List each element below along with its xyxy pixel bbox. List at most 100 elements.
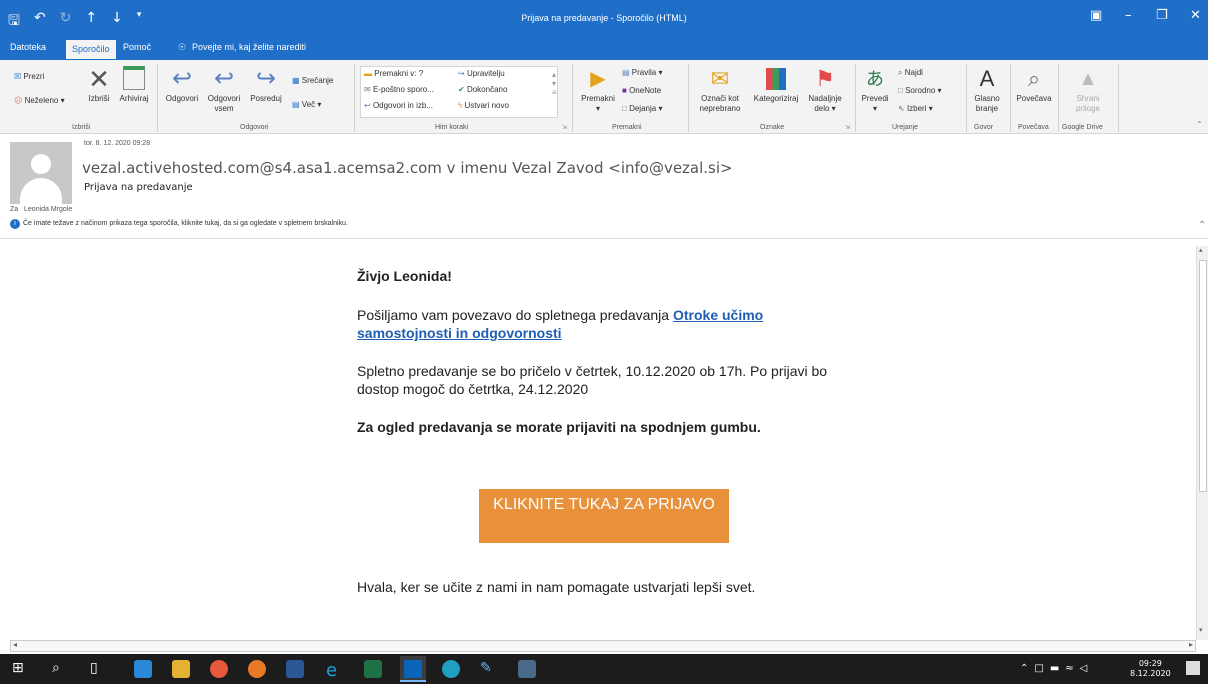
- reply-button[interactable]: ↩ Odgovori: [162, 64, 202, 104]
- onenote-button[interactable]: ■ OneNote: [622, 86, 661, 95]
- group-separator: [966, 64, 967, 132]
- tell-me-search[interactable]: Povejte mi, kaj želite narediti: [192, 42, 306, 52]
- dialog-launcher-icon[interactable]: ⇲: [845, 124, 850, 131]
- scroll-down-icon[interactable]: ▾: [1199, 626, 1203, 634]
- message-sender[interactable]: vezal.activehosted.com@s4.asa1.acemsa2.c…: [82, 159, 733, 177]
- excel-icon[interactable]: [364, 660, 382, 678]
- rules-label: Pravila: [631, 68, 657, 77]
- follow-up-label-2: delo: [814, 104, 830, 113]
- system-tray[interactable]: ⌃□▬≈◁: [1020, 663, 1093, 674]
- translate-button[interactable]: あ Prevedi ▾: [858, 64, 892, 114]
- clock[interactable]: 09:29 8.12.2020: [1130, 659, 1171, 679]
- read-aloud-button[interactable]: A Glasno branje: [968, 64, 1006, 114]
- dialog-launcher-icon[interactable]: ⇲: [562, 124, 567, 131]
- greeting: Živjo Leonida!: [357, 268, 452, 284]
- zoom-button[interactable]: ⌕ Povečava: [1012, 64, 1056, 104]
- message-body: Živjo Leonida! Pošiljamo vam povezavo do…: [0, 240, 1196, 640]
- categorize-label: Kategoriziraj: [753, 94, 799, 103]
- info-bar[interactable]: i Če imate težave z načinom prikaza tega …: [10, 219, 348, 229]
- task-view-icon[interactable]: ▯: [90, 660, 108, 678]
- scroll-thumb[interactable]: [1199, 260, 1207, 492]
- collapse-header-icon[interactable]: ⌃: [1198, 220, 1206, 231]
- minimize-icon[interactable]: –: [1125, 8, 1132, 23]
- archive-button[interactable]: Arhiviraj: [116, 64, 152, 104]
- more-label: Več: [301, 100, 316, 109]
- junk-button[interactable]: ☹ Neželeno ▾: [14, 96, 65, 105]
- word-icon[interactable]: [286, 660, 304, 678]
- find-button[interactable]: ⌕ Najdi: [898, 68, 923, 78]
- actions-button[interactable]: □ Dejanja ▾: [622, 104, 662, 113]
- lightbulb-icon: ☉: [178, 42, 187, 52]
- meeting-icon: ▦: [292, 76, 300, 85]
- restore-icon[interactable]: ❐: [1156, 8, 1168, 23]
- paragraph-instruction: Za ogled predavanja se morate prijaviti …: [357, 419, 761, 435]
- forward-label: Posreduj: [250, 94, 282, 103]
- ribbon-tabs: Datoteka Sporočilo Pomoč ☉ Povejte mi, k…: [0, 38, 1208, 60]
- scroll-up-icon[interactable]: ▴: [1199, 246, 1203, 254]
- archive-label: Arhiviraj: [119, 94, 149, 103]
- save-attachments-button[interactable]: ▲ Shrani priloge: [1064, 64, 1112, 114]
- file-explorer-icon[interactable]: [172, 660, 190, 678]
- quickstep-email-label: E-poštno sporo...: [372, 85, 434, 94]
- forward-icon: ↪: [255, 65, 277, 92]
- close-icon[interactable]: ✕: [1190, 8, 1201, 23]
- outlook-icon[interactable]: [400, 656, 426, 682]
- ignore-label: Prezri: [23, 72, 45, 81]
- delete-button[interactable]: ✕ Izbriši: [82, 64, 116, 104]
- message-header: tor. 8. 12. 2020 09:28 vezal.activehoste…: [0, 134, 1208, 234]
- follow-up-button[interactable]: ⚑ Nadaljnje delo ▾: [804, 64, 846, 114]
- pen-icon[interactable]: ✎: [480, 660, 498, 678]
- select-button[interactable]: ⇖ Izberi ▾: [898, 104, 933, 113]
- google-drive-icon: ▲: [1078, 68, 1098, 90]
- signup-button[interactable]: KLIKNITE TUKAJ ZA PRIJAVO: [479, 489, 729, 543]
- save-attachments-label-1: Shrani: [1076, 94, 1100, 103]
- group-label-hitri-koraki: Hitri koraki: [435, 124, 469, 131]
- tab-datoteka[interactable]: Datoteka: [10, 42, 46, 52]
- related-button[interactable]: □ Sorodno ▾: [898, 86, 942, 95]
- horizontal-scrollbar[interactable]: ◂ ▸: [10, 640, 1196, 652]
- mark-unread-button[interactable]: ✉ Označi kot neprebrano: [694, 64, 746, 114]
- ribbon-display-icon[interactable]: ▣: [1090, 8, 1102, 23]
- quickstep-done[interactable]: ✔ Dokončano: [458, 85, 507, 94]
- quickstep-move-to[interactable]: ▬ Premakni v: ?: [364, 69, 423, 78]
- collapse-ribbon-icon[interactable]: ⌃: [1196, 120, 1203, 129]
- ignore-button[interactable]: ☒ Prezri: [14, 72, 44, 81]
- quickstep-email[interactable]: ✉ E-poštno sporo...: [364, 85, 434, 94]
- categorize-button[interactable]: Kategoriziraj: [750, 64, 802, 104]
- read-aloud-icon: A: [979, 66, 995, 91]
- rules-button[interactable]: ▤ Pravila ▾: [622, 68, 663, 77]
- meeting-label: Srečanje: [301, 76, 334, 85]
- firefox-icon[interactable]: [248, 660, 266, 678]
- quickstep-manager[interactable]: ↪ Upravitelju: [458, 69, 505, 78]
- cursor-icon: ⇖: [898, 104, 905, 113]
- edge-icon[interactable]: [442, 660, 460, 678]
- forward-button[interactable]: ↪ Posreduj: [246, 64, 286, 104]
- scroll-left-icon[interactable]: ◂: [13, 640, 17, 649]
- more-button[interactable]: ▤ Več ▾: [292, 100, 321, 109]
- taskbar: ⊞ ⌕ ▯ e ✎ ⌃□▬≈◁ 09:29 8.12.2020: [0, 654, 1208, 684]
- move-button[interactable]: ▶ Premakni ▾: [578, 64, 618, 114]
- internet-explorer-icon[interactable]: e: [326, 660, 344, 681]
- to-name[interactable]: Leonida Mrgole: [24, 206, 72, 213]
- scroll-right-icon[interactable]: ▸: [1189, 640, 1193, 649]
- reply-all-button[interactable]: ↩ Odgovori vsem: [204, 64, 244, 114]
- teamviewer-icon[interactable]: [134, 660, 152, 678]
- find-icon: ⌕: [898, 68, 903, 77]
- closing-text: Hvala, ker se učite z nami in nam pomaga…: [357, 579, 756, 595]
- search-icon[interactable]: ⌕: [52, 660, 70, 678]
- message-date: tor. 8. 12. 2020 09:28: [84, 140, 151, 147]
- calculator-icon[interactable]: [518, 660, 536, 678]
- info-icon: i: [10, 219, 20, 229]
- meeting-button[interactable]: ▦ Srečanje: [292, 76, 333, 85]
- quickstep-reply-delete[interactable]: ↩ Odgovori in izb...: [364, 101, 433, 110]
- message-recipient: Za Leonida Mrgole: [10, 206, 72, 213]
- tab-sporocilo[interactable]: Sporočilo: [66, 40, 116, 59]
- message-subject: Prijava na predavanje: [84, 182, 193, 193]
- quickstep-create-new[interactable]: ϟ Ustvari novo: [458, 101, 509, 110]
- quick-steps-scroll[interactable]: ▴ ▾ ≡: [552, 70, 557, 97]
- notifications-icon[interactable]: [1186, 661, 1200, 675]
- vertical-scrollbar[interactable]: ▴ ▾: [1196, 246, 1208, 640]
- chrome-icon[interactable]: [210, 660, 228, 678]
- windows-start-icon[interactable]: ⊞: [12, 660, 30, 678]
- tab-pomoc[interactable]: Pomoč: [123, 42, 151, 52]
